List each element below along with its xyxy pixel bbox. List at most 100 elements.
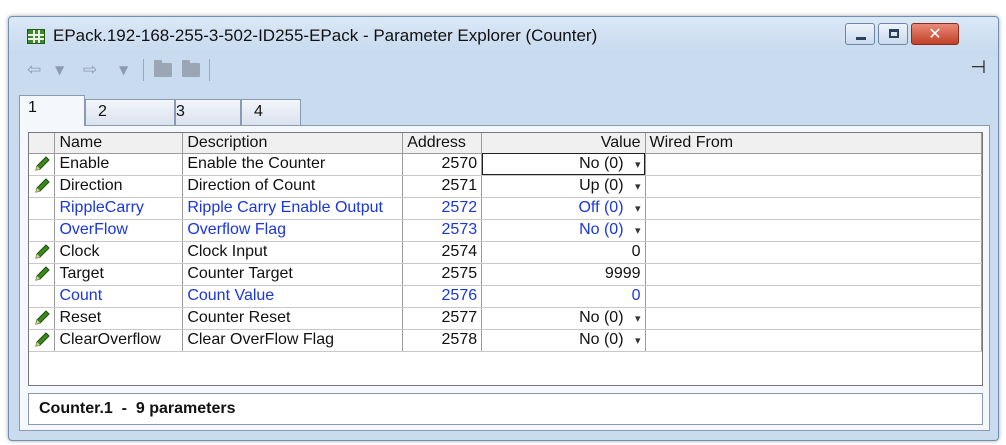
tab-strip: 1 2 3 4 <box>19 95 990 126</box>
header-address[interactable]: Address <box>402 133 483 154</box>
param-description: Direction of Count <box>182 175 404 198</box>
param-value-select[interactable]: No (0) ▾ <box>481 219 646 242</box>
param-value-select[interactable]: Off (0) ▾ <box>481 197 646 220</box>
close-button[interactable]: ✕ <box>911 23 959 45</box>
forward-arrow-icon[interactable]: ⇨ <box>83 59 97 81</box>
param-wired-from[interactable] <box>645 241 983 264</box>
param-value-field[interactable]: 0 <box>481 285 646 308</box>
param-name: Count <box>54 285 184 308</box>
header-wired-from[interactable]: Wired From <box>645 133 983 154</box>
status-bar: Counter.1 - 9 parameters <box>28 393 983 425</box>
tab-3[interactable]: 3 <box>175 99 241 125</box>
param-wired-from[interactable] <box>645 329 983 352</box>
header-name[interactable]: Name <box>54 133 184 154</box>
parameter-grid[interactable]: Name Description Address Value Wired Fro… <box>28 132 983 386</box>
table-row[interactable]: Clock Clock Input 2574 0 <box>29 241 983 264</box>
param-address: 2572 <box>402 197 483 220</box>
param-wired-from[interactable] <box>645 285 983 308</box>
param-wired-from[interactable] <box>645 307 983 330</box>
table-icon <box>27 29 45 44</box>
tab-2[interactable]: 2 <box>85 99 175 125</box>
table-row[interactable]: OverFlow Overflow Flag 2573 No (0) ▾ <box>29 219 983 242</box>
param-value: No (0) <box>579 221 624 238</box>
param-value: No (0) <box>579 331 624 348</box>
param-address: 2577 <box>402 307 483 330</box>
tab-label: 1 <box>28 99 37 116</box>
param-description: Clear OverFlow Flag <box>182 329 404 352</box>
table-row[interactable]: Target Counter Target 2575 9999 <box>29 263 983 286</box>
table-row[interactable]: RippleCarry Ripple Carry Enable Output 257… <box>29 197 983 220</box>
minimize-icon <box>856 37 866 40</box>
param-name: Enable <box>54 153 184 176</box>
param-value: Off (0) <box>578 199 624 216</box>
param-value-select[interactable]: No (0) ▾ <box>481 153 646 176</box>
param-description: Ripple Carry Enable Output <box>182 197 404 220</box>
param-value-select[interactable]: Up (0) ▾ <box>481 175 646 198</box>
param-value: Up (0) <box>579 177 624 194</box>
minimize-button[interactable] <box>845 23 875 45</box>
window-title: EPack.192-168-255-3-502-ID255-EPack - Pa… <box>53 26 598 45</box>
table-row[interactable]: ClearOverflow Clear OverFlow Flag 2578 No (… <box>29 329 983 352</box>
param-name: Direction <box>54 175 184 198</box>
param-name: OverFlow <box>54 219 184 242</box>
param-address: 2578 <box>402 329 483 352</box>
table-row[interactable]: Direction Direction of Count 2571 Up (0) ▾ <box>29 175 983 198</box>
param-value-field[interactable]: 0 <box>481 241 646 264</box>
chevron-down-icon[interactable]: ▾ <box>627 312 641 325</box>
toolbar-separator <box>143 59 144 81</box>
header-value[interactable]: Value <box>481 133 646 154</box>
param-wired-from[interactable] <box>645 175 983 198</box>
maximize-button[interactable] <box>878 23 908 45</box>
tab-label: 2 <box>98 103 107 120</box>
header-description[interactable]: Description <box>182 133 404 154</box>
param-value-select[interactable]: No (0) ▾ <box>481 307 646 330</box>
param-name: ClearOverflow <box>54 329 184 352</box>
maximize-icon <box>889 29 899 38</box>
back-history-dropdown-icon[interactable]: ▼ <box>55 59 64 81</box>
chevron-down-icon[interactable]: ▾ <box>627 202 641 215</box>
param-address: 2573 <box>402 219 483 242</box>
param-description: Counter Reset <box>182 307 404 330</box>
pin-icon[interactable]: ⊣ <box>970 57 986 78</box>
chevron-down-icon[interactable]: ▾ <box>627 180 641 193</box>
param-description: Count Value <box>182 285 404 308</box>
row-icon-cell <box>29 219 56 242</box>
pencil-icon <box>29 175 56 198</box>
folder-up-icon[interactable] <box>182 60 200 77</box>
param-address: 2575 <box>402 263 483 286</box>
table-row[interactable]: Count Count Value 2576 0 <box>29 285 983 308</box>
toolbar: ⇦ ▼ ⇨ ▼ ⊣ <box>19 55 990 85</box>
pencil-icon <box>29 329 56 352</box>
tab-panel: Name Description Address Value Wired Fro… <box>19 125 990 431</box>
param-value-select[interactable]: No (0) ▾ <box>481 329 646 352</box>
param-value-field[interactable]: 9999 <box>481 263 646 286</box>
table-row[interactable]: Reset Counter Reset 2577 No (0) ▾ <box>29 307 983 330</box>
pencil-icon <box>29 153 56 176</box>
param-address: 2576 <box>402 285 483 308</box>
forward-history-dropdown-icon[interactable]: ▼ <box>119 59 128 81</box>
param-address: 2574 <box>402 241 483 264</box>
param-wired-from[interactable] <box>645 197 983 220</box>
pencil-icon <box>29 307 56 330</box>
chevron-down-icon[interactable]: ▾ <box>627 158 641 171</box>
param-value: No (0) <box>579 309 624 326</box>
param-name: Reset <box>54 307 184 330</box>
header-row: Name Description Address Value Wired Fro… <box>29 133 983 154</box>
folder-icon[interactable] <box>154 60 172 77</box>
table-row[interactable]: Enable Enable the Counter 2570 No (0) ▾ <box>29 153 983 176</box>
param-wired-from[interactable] <box>645 153 983 176</box>
param-description: Clock Input <box>182 241 404 264</box>
chevron-down-icon[interactable]: ▾ <box>627 224 641 237</box>
param-description: Counter Target <box>182 263 404 286</box>
param-wired-from[interactable] <box>645 263 983 286</box>
param-description: Enable the Counter <box>182 153 404 176</box>
param-name: RippleCarry <box>54 197 184 220</box>
back-arrow-icon[interactable]: ⇦ <box>27 59 41 81</box>
title-bar[interactable]: EPack.192-168-255-3-502-ID255-EPack - Pa… <box>9 17 998 55</box>
param-address: 2571 <box>402 175 483 198</box>
pencil-icon <box>29 263 56 286</box>
chevron-down-icon[interactable]: ▾ <box>627 334 641 347</box>
param-wired-from[interactable] <box>645 219 983 242</box>
tab-4[interactable]: 4 <box>241 99 301 125</box>
tab-1[interactable]: 1 <box>19 95 85 126</box>
